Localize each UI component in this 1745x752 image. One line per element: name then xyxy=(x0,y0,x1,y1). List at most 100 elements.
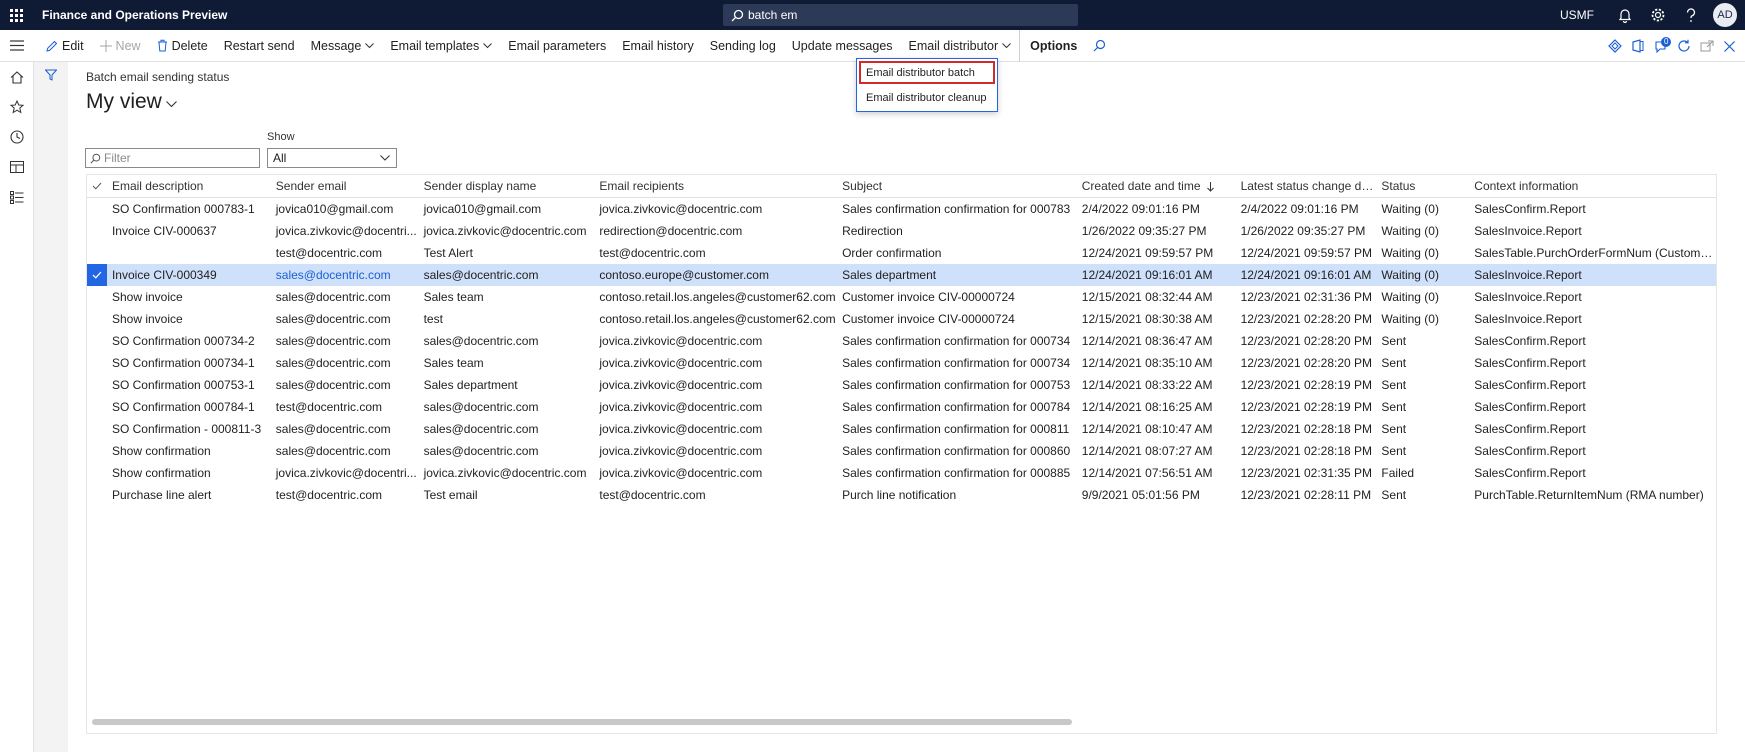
refresh-icon[interactable] xyxy=(1672,30,1695,62)
table-row[interactable]: SO Confirmation 000784-1 test@docentric.c… xyxy=(87,396,1716,418)
open-new-window-icon[interactable] xyxy=(1695,30,1718,62)
cell-email-description: SO Confirmation - 000811-3 xyxy=(111,422,262,436)
home-icon[interactable] xyxy=(0,62,34,92)
restart-send-button[interactable]: Restart send xyxy=(216,30,303,62)
power-apps-icon[interactable] xyxy=(1603,30,1626,62)
table-row[interactable]: SO Confirmation 000753-1 sales@docentric.… xyxy=(87,374,1716,396)
action-search-icon[interactable] xyxy=(1085,30,1114,62)
email-history-button[interactable]: Email history xyxy=(614,30,702,62)
table-row[interactable]: test@docentric.com Test Alert test@docentr… xyxy=(87,242,1716,264)
global-search-input[interactable]: batch em xyxy=(723,4,1078,26)
app-launcher-icon[interactable] xyxy=(0,0,32,30)
cell-status: Waiting (0) xyxy=(1381,224,1439,238)
cell-context-information: SalesInvoice.Report xyxy=(1474,268,1582,282)
cell-sender-display-name: test xyxy=(423,312,443,326)
menu-item-email-distributor-batch[interactable]: Email distributor batch xyxy=(859,61,995,84)
hamburger-icon[interactable] xyxy=(0,30,34,62)
table-row[interactable]: Invoice CIV-000349 sales@docentric.com sal… xyxy=(87,264,1716,286)
gear-icon[interactable] xyxy=(1641,0,1674,30)
cell-sender-display-name: sales@docentric.com xyxy=(423,444,539,458)
show-select[interactable]: All xyxy=(267,148,397,168)
email-distributor-label: Email distributor xyxy=(908,38,999,53)
cell-sender-email: jovica010@gmail.com xyxy=(275,202,394,216)
options-tab[interactable]: Options xyxy=(1019,29,1085,62)
cell-context-information: SalesConfirm.Report xyxy=(1474,378,1586,392)
cell-created-date: 12/15/2021 08:30:38 AM xyxy=(1081,312,1213,326)
column-header-sender-email[interactable]: Sender email xyxy=(271,179,419,193)
cell-status: Sent xyxy=(1381,378,1407,392)
show-value: All xyxy=(273,151,287,165)
table-row[interactable]: Invoice CIV-000637 jovica.zivkovic@docent… xyxy=(87,220,1716,242)
page-caption: Batch email sending status xyxy=(86,70,230,84)
cell-created-date: 12/14/2021 08:07:27 AM xyxy=(1081,444,1213,458)
table-row[interactable]: SO Confirmation 000734-1 sales@docentric.… xyxy=(87,352,1716,374)
column-header-created-date[interactable]: Created date and time xyxy=(1077,179,1236,193)
cell-email-recipients: jovica.zivkovic@docentric.com xyxy=(599,334,763,348)
filter-input[interactable] xyxy=(104,151,254,165)
email-templates-menu-button[interactable]: Email templates xyxy=(382,30,500,62)
cell-created-date: 12/14/2021 08:33:22 AM xyxy=(1081,378,1213,392)
column-header-email-description[interactable]: Email description xyxy=(107,179,271,193)
cell-latest-status-change: 12/23/2021 02:28:19 PM xyxy=(1240,400,1373,414)
update-messages-button[interactable]: Update messages xyxy=(784,30,901,62)
email-status-grid: Email description Sender email Sender di… xyxy=(86,174,1717,734)
cell-status: Sent xyxy=(1381,444,1407,458)
column-header-status[interactable]: Status xyxy=(1376,179,1469,193)
edit-button[interactable]: Edit xyxy=(38,30,92,62)
avatar[interactable]: AD xyxy=(1713,3,1737,27)
row-select-checkbox[interactable] xyxy=(87,264,107,286)
table-row[interactable]: Show invoice sales@docentric.com test conto… xyxy=(87,308,1716,330)
bell-icon[interactable] xyxy=(1608,0,1641,30)
select-all-checkbox[interactable] xyxy=(87,182,107,190)
content-area: Batch email sending status My view Show … xyxy=(68,62,1745,752)
filter-icon[interactable] xyxy=(35,62,67,88)
table-row[interactable]: Show confirmation sales@docentric.com sale… xyxy=(87,440,1716,462)
email-parameters-button[interactable]: Email parameters xyxy=(500,30,614,62)
messages-icon[interactable]: 0 xyxy=(1649,30,1672,62)
table-row[interactable]: SO Confirmation 000783-1 jovica010@gmail.… xyxy=(87,198,1716,220)
horizontal-scrollbar[interactable] xyxy=(92,719,1072,725)
column-header-context-information[interactable]: Context information xyxy=(1469,179,1716,193)
cell-subject: Sales confirmation confirmation for 0007… xyxy=(842,400,1071,414)
sending-log-button[interactable]: Sending log xyxy=(702,30,784,62)
chevron-down-icon xyxy=(483,42,493,49)
help-icon[interactable] xyxy=(1674,0,1707,30)
cell-sender-email: sales@docentric.com xyxy=(275,356,391,370)
modules-list-icon[interactable] xyxy=(0,182,34,212)
edit-label: Edit xyxy=(62,38,84,53)
new-button[interactable]: New xyxy=(92,30,149,62)
email-distributor-menu-button[interactable]: Email distributor xyxy=(901,30,1020,62)
company-picker[interactable]: USMF xyxy=(1560,8,1594,22)
cell-email-description: Show invoice xyxy=(111,312,183,326)
chevron-down-icon xyxy=(1002,42,1012,49)
column-header-email-recipients[interactable]: Email recipients xyxy=(594,179,837,193)
column-header-sender-display-name[interactable]: Sender display name xyxy=(419,179,595,193)
table-row[interactable]: Show invoice sales@docentric.com Sales tea… xyxy=(87,286,1716,308)
cell-context-information: SalesConfirm.Report xyxy=(1474,400,1586,414)
close-icon[interactable] xyxy=(1718,30,1741,62)
cell-created-date: 1/26/2022 09:35:27 PM xyxy=(1081,224,1207,238)
office-icon[interactable] xyxy=(1626,30,1649,62)
table-row[interactable]: SO Confirmation - 000811-3 sales@docentri… xyxy=(87,418,1716,440)
table-row[interactable]: Show confirmation jovica.zivkovic@docentr… xyxy=(87,462,1716,484)
cell-latest-status-change: 12/23/2021 02:28:20 PM xyxy=(1240,312,1373,326)
workspaces-icon[interactable] xyxy=(0,152,34,182)
cell-email-recipients: test@docentric.com xyxy=(599,246,706,260)
cell-subject: Sales confirmation confirmation for 0008… xyxy=(842,466,1071,480)
clock-icon[interactable] xyxy=(0,122,34,152)
filter-field[interactable] xyxy=(85,148,260,168)
table-row[interactable]: Purchase line alert test@docentric.com Tes… xyxy=(87,484,1716,506)
cell-latest-status-change: 12/23/2021 02:28:18 PM xyxy=(1240,444,1373,458)
view-selector[interactable]: My view xyxy=(86,90,177,114)
created-date-header-label: Created date and time xyxy=(1081,179,1201,193)
delete-button[interactable]: Delete xyxy=(149,30,216,62)
menu-item-email-distributor-cleanup[interactable]: Email distributor cleanup xyxy=(859,86,995,109)
message-label: Message xyxy=(310,38,362,53)
message-menu-button[interactable]: Message xyxy=(303,30,383,62)
column-header-latest-status-change[interactable]: Latest status change dat... xyxy=(1236,179,1377,193)
table-row[interactable]: SO Confirmation 000734-2 sales@docentric.… xyxy=(87,330,1716,352)
column-header-subject[interactable]: Subject xyxy=(837,179,1077,193)
cell-sender-email: sales@docentric.com xyxy=(275,444,391,458)
star-icon[interactable] xyxy=(0,92,34,122)
cell-sender-email: sales@docentric.com xyxy=(275,422,391,436)
